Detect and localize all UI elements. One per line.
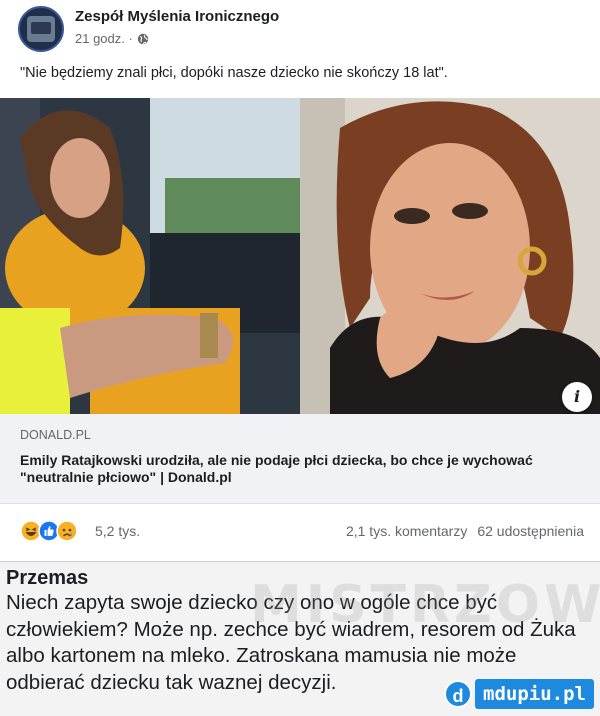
link-preview[interactable]: DONALD.PL Emily Ratajkowski urodziła, al… xyxy=(0,414,600,504)
photo-portrait xyxy=(300,98,600,414)
link-preview-image[interactable]: i xyxy=(0,98,600,414)
reaction-count[interactable]: 5,2 tys. xyxy=(95,523,140,539)
link-domain: DONALD.PL xyxy=(20,428,91,442)
info-icon[interactable]: i xyxy=(562,382,592,412)
post-header: Zespół Myślenia Ironicznego 21 godz. · "… xyxy=(0,0,600,98)
post-time[interactable]: 21 godz. · xyxy=(75,31,133,46)
photo-in-car xyxy=(0,98,300,414)
site-logo-icon: d xyxy=(444,680,473,708)
page-name[interactable]: Zespół Myślenia Ironicznego xyxy=(75,8,279,25)
comment-author[interactable]: Przemas xyxy=(6,567,88,590)
post-meta: 21 godz. · xyxy=(75,31,149,46)
page-avatar[interactable] xyxy=(18,6,64,52)
reaction-icons[interactable] xyxy=(20,520,78,542)
reactions-bar: 5,2 tys. 2,1 tys. komentarzy 62 udostępn… xyxy=(0,504,600,562)
sad-reaction-icon xyxy=(56,520,78,542)
site-badge-text: mdupiu.pl xyxy=(475,679,594,709)
globe-icon xyxy=(137,33,149,44)
engagement-stats: 2,1 tys. komentarzy 62 udostępnienia xyxy=(346,523,584,539)
post-text: "Nie będziemy znali płci, dopóki nasze d… xyxy=(20,65,448,81)
link-title[interactable]: Emily Ratajkowski urodziła, ale nie poda… xyxy=(20,452,580,486)
watermark: MISTRZOWIE.ORG xyxy=(250,575,600,635)
comment-count[interactable]: 2,1 tys. komentarzy xyxy=(346,523,467,539)
share-count[interactable]: 62 udostępnienia xyxy=(477,523,584,539)
site-badge: d mdupiu.pl xyxy=(444,676,594,712)
